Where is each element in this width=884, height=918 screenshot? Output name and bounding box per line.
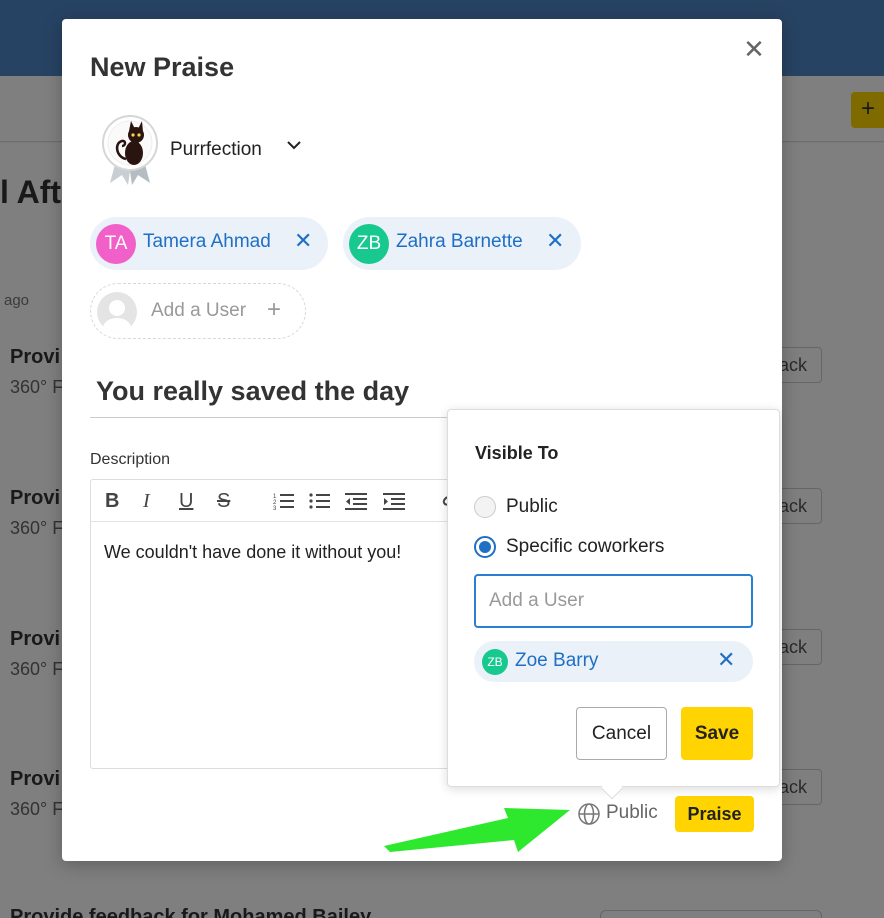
description-editor[interactable]: B I U S 123 We couldn't have done it wit… — [90, 479, 490, 769]
radio-button[interactable] — [474, 536, 496, 558]
bold-icon[interactable]: B — [105, 490, 119, 513]
popover-title: Visible To — [475, 443, 559, 463]
italic-icon[interactable]: I — [143, 490, 150, 513]
user-placeholder-icon — [97, 292, 137, 332]
avatar: ZB — [349, 224, 389, 264]
recipient-name: Tamera Ahmad — [143, 231, 271, 252]
remove-recipient-close-icon[interactable]: ✕ — [294, 228, 312, 254]
strikethrough-icon[interactable]: S — [217, 490, 230, 513]
recipient-chip: TA Tamera Ahmad ✕ — [90, 217, 328, 270]
visibility-label: Public — [606, 802, 658, 823]
underline-icon[interactable]: U — [179, 490, 193, 513]
editor-toolbar: B I U S 123 — [91, 480, 489, 522]
radio-label: Public — [506, 496, 558, 517]
save-button[interactable]: Save — [681, 707, 753, 760]
selected-user-chip: ZB Zoe Barry ✕ — [474, 641, 753, 682]
annotation-arrow-icon — [384, 808, 570, 852]
remove-recipient-close-icon[interactable]: ✕ — [546, 228, 564, 254]
chevron-down-icon[interactable] — [286, 137, 302, 158]
avatar: TA — [96, 224, 136, 264]
description-text: We couldn't have done it without you! — [104, 542, 402, 562]
indent-icon[interactable] — [383, 492, 405, 516]
recipient-chip: ZB Zahra Barnette ✕ — [343, 217, 581, 270]
remove-user-close-icon[interactable]: ✕ — [717, 647, 735, 673]
radio-button[interactable] — [474, 496, 496, 518]
recipient-name: Zahra Barnette — [396, 231, 523, 252]
praise-button[interactable]: Praise — [675, 796, 754, 832]
cat-ribbon-badge-icon[interactable] — [100, 113, 160, 185]
description-label: Description — [90, 451, 171, 468]
add-user-input[interactable] — [474, 574, 753, 628]
visibility-popover: Visible To Public Specific coworkers ZB … — [447, 409, 780, 800]
add-user-button[interactable]: Add a User + — [90, 283, 306, 339]
close-icon[interactable]: ✕ — [740, 35, 768, 63]
cancel-button[interactable]: Cancel — [576, 707, 667, 760]
svg-text:3: 3 — [273, 506, 277, 510]
modal-title: New Praise — [90, 52, 235, 82]
bullet-list-icon[interactable] — [309, 492, 331, 516]
divider — [90, 417, 450, 418]
outdent-icon[interactable] — [345, 492, 367, 516]
avatar: ZB — [482, 649, 508, 675]
praise-subject-input[interactable]: You really saved the day — [96, 376, 409, 407]
selected-user-name: Zoe Barry — [515, 650, 599, 671]
plus-icon: + — [267, 296, 282, 323]
add-user-label: Add a User — [151, 300, 247, 321]
ordered-list-icon[interactable]: 123 — [273, 492, 295, 516]
globe-icon — [578, 803, 600, 825]
badge-name[interactable]: Purrfection — [170, 139, 262, 161]
radio-label: Specific coworkers — [506, 536, 665, 557]
